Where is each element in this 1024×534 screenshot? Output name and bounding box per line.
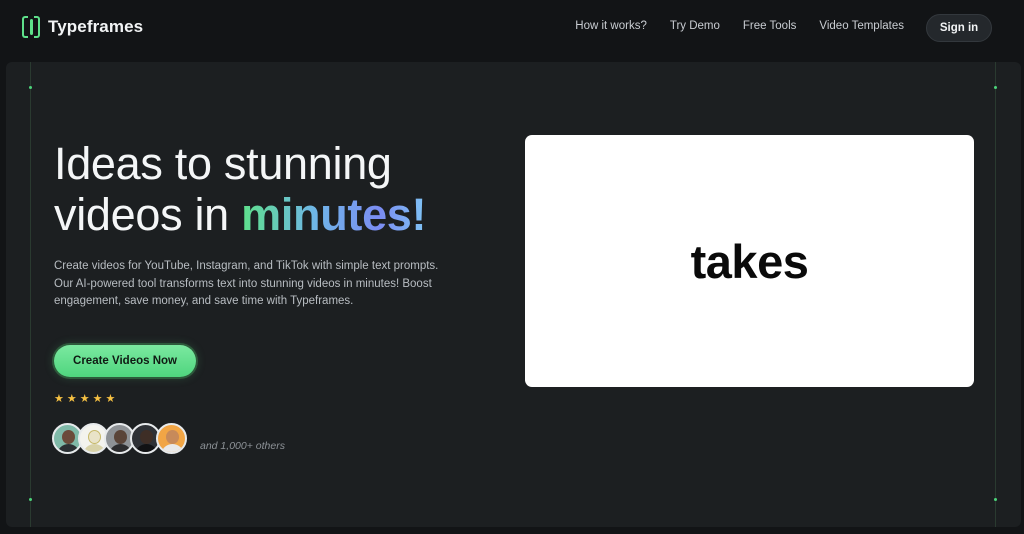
star-icon: ★: [105, 393, 116, 405]
create-videos-button[interactable]: Create Videos Now: [54, 345, 196, 377]
hero-section: Ideas to stunning videos in minutes! Cre…: [6, 62, 1021, 527]
social-proof-text: and 1,000+ others: [200, 440, 285, 452]
brand-logo[interactable]: Typeframes: [22, 16, 143, 38]
guide-dot: [29, 86, 32, 89]
headline-highlight: minutes!: [241, 189, 427, 240]
star-icon: ★: [92, 393, 103, 405]
guide-dot: [29, 498, 32, 501]
nav-link-how-it-works[interactable]: How it works?: [575, 20, 647, 32]
top-nav: Typeframes How it works? Try Demo Free T…: [0, 0, 1024, 56]
guide-dot: [994, 86, 997, 89]
guide-line-right: [995, 62, 996, 527]
sign-in-button[interactable]: Sign in: [926, 14, 992, 42]
nav-link-video-templates[interactable]: Video Templates: [819, 20, 904, 32]
brand-name: Typeframes: [48, 17, 144, 36]
star-icon: ★: [66, 393, 77, 405]
rating-stars: ★ ★ ★ ★ ★: [54, 394, 115, 405]
guide-line-left: [30, 62, 31, 527]
headline-line-2: videos in: [54, 189, 242, 240]
avatar: [156, 423, 187, 454]
hero-description: Create videos for YouTube, Instagram, an…: [54, 260, 439, 307]
video-caption-word: takes: [690, 234, 809, 288]
nav-links: How it works? Try Demo Free Tools Video …: [575, 20, 904, 32]
nav-link-try-demo[interactable]: Try Demo: [670, 20, 720, 32]
headline-line-1: Ideas to stunning: [54, 138, 392, 189]
guide-dot: [994, 498, 997, 501]
nav-link-free-tools[interactable]: Free Tools: [743, 20, 796, 32]
typeframes-logo-icon: [22, 16, 40, 38]
video-preview[interactable]: takes: [525, 135, 974, 387]
star-icon: ★: [79, 393, 90, 405]
star-icon: ★: [54, 393, 64, 405]
hero-headline: Ideas to stunning videos in minutes!: [54, 138, 534, 240]
